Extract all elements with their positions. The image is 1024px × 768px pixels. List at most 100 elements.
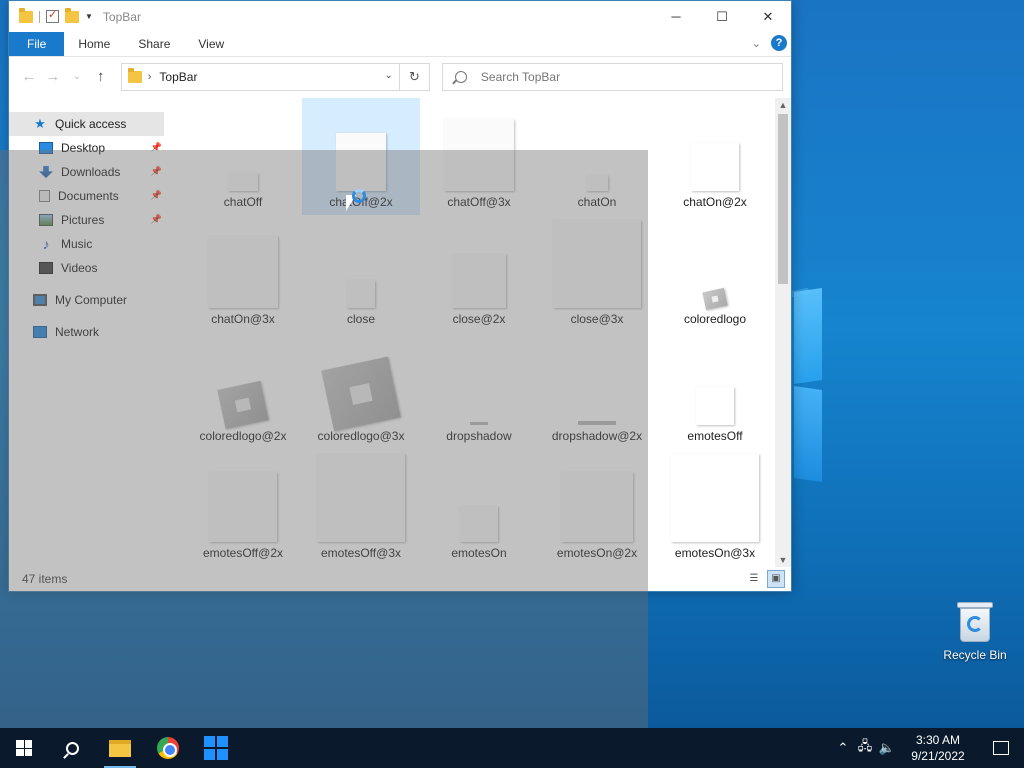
pin-icon: 📌: [150, 166, 162, 176]
maximize-button[interactable]: ☐: [699, 1, 745, 32]
search-input[interactable]: Search TopBar: [441, 62, 784, 91]
notifications-button[interactable]: [978, 741, 1024, 755]
search-placeholder: Search TopBar: [480, 69, 561, 84]
recent-locations-icon[interactable]: ⌄: [65, 71, 89, 82]
tab-share[interactable]: Share: [124, 32, 184, 56]
quick-access-toolbar: ▼: [9, 1, 93, 32]
file-thumbnail: [444, 119, 514, 191]
vertical-scrollbar[interactable]: ▲ ▼: [775, 98, 791, 567]
computer-icon: [33, 294, 47, 306]
file-explorer-icon: [109, 739, 131, 757]
properties-icon[interactable]: [46, 8, 59, 23]
address-dropdown-icon[interactable]: ⌄: [385, 70, 393, 81]
forward-button[interactable]: →: [41, 68, 65, 85]
close-button[interactable]: ✕: [745, 1, 791, 32]
scrollbar-thumb[interactable]: [778, 114, 788, 284]
start-button[interactable]: [0, 728, 48, 768]
file-list-pane: chatOff chatOff@2x chatOff@3x chatOn chatOn@…: [164, 98, 791, 567]
scroll-up-icon[interactable]: ▲: [775, 100, 791, 110]
sidebar-item-music[interactable]: ♪ Music: [9, 232, 164, 256]
sidebar-item-documents[interactable]: Documents 📌: [9, 184, 164, 208]
file-item[interactable]: chatOn@2x: [656, 98, 774, 215]
file-item[interactable]: emotesOn@3x: [656, 449, 774, 566]
help-icon[interactable]: ?: [771, 35, 787, 51]
file-item[interactable]: emotesOn@2x: [538, 449, 656, 566]
back-button[interactable]: ←: [17, 68, 41, 85]
navigation-pane: ★ Quick access Desktop 📌 Downloads 📌 Doc…: [9, 98, 164, 567]
file-thumbnail: [460, 506, 498, 542]
tab-home[interactable]: Home: [64, 32, 124, 56]
music-icon: ♪: [42, 236, 50, 252]
file-name: dropshadow: [446, 429, 512, 443]
sidebar-item-quick-access[interactable]: ★ Quick access: [9, 112, 164, 136]
file-item[interactable]: coloredlogo@3x: [302, 332, 420, 449]
taskbar-app[interactable]: [192, 728, 240, 768]
taskbar-search-button[interactable]: [48, 728, 96, 768]
address-path[interactable]: TopBar: [159, 70, 197, 84]
address-bar[interactable]: › TopBar ⌄ ↻: [120, 62, 430, 91]
recycle-bin-label: Recycle Bin: [943, 648, 1007, 662]
file-thumbnail: [347, 280, 375, 308]
file-item[interactable]: coloredlogo: [656, 215, 774, 332]
file-item[interactable]: emotesOff@2x: [184, 449, 302, 566]
file-item[interactable]: close: [302, 215, 420, 332]
taskbar-file-explorer[interactable]: [96, 728, 144, 768]
new-folder-icon[interactable]: [65, 7, 79, 23]
up-button[interactable]: ↑: [89, 68, 113, 85]
file-item[interactable]: dropshadow: [420, 332, 538, 449]
file-thumbnail: [452, 254, 506, 308]
sidebar-item-desktop[interactable]: Desktop 📌: [9, 136, 164, 160]
clock[interactable]: 3:30 AM 9/21/2022: [898, 732, 978, 764]
file-item[interactable]: coloredlogo@2x: [184, 332, 302, 449]
clock-date: 9/21/2022: [911, 749, 965, 763]
title-bar[interactable]: ▼ TopBar ─ ☐ ✕: [9, 1, 791, 32]
recycle-bin-shortcut[interactable]: Recycle Bin: [938, 600, 1012, 662]
navigation-bar: ← → ⌄ ↑ › TopBar ⌄ ↻ Search TopBar: [9, 56, 791, 96]
file-item[interactable]: chatOn: [538, 98, 656, 215]
customize-toolbar-icon[interactable]: ▼: [85, 12, 93, 21]
file-item[interactable]: emotesOn: [420, 449, 538, 566]
sidebar-item-pictures[interactable]: Pictures 📌: [9, 208, 164, 232]
file-item[interactable]: chatOff: [184, 98, 302, 215]
file-item[interactable]: chatOff@3x: [420, 98, 538, 215]
sidebar-item-videos[interactable]: Videos: [9, 256, 164, 280]
file-name: chatOff: [223, 195, 263, 209]
file-thumbnail: [317, 454, 405, 542]
documents-icon: [39, 190, 50, 202]
file-name: close: [346, 312, 375, 326]
file-grid: chatOff chatOff@2x chatOff@3x chatOn chatOn@…: [184, 98, 774, 566]
search-icon: [454, 70, 467, 83]
taskbar-chrome[interactable]: [144, 728, 192, 768]
scroll-down-icon[interactable]: ▼: [775, 555, 791, 565]
volume-icon[interactable]: 🔈: [876, 740, 898, 756]
large-icons-view-icon[interactable]: ▣: [767, 570, 785, 588]
file-explorer-window: ▼ TopBar ─ ☐ ✕ File Home Share View ⌄ ? …: [8, 0, 792, 592]
videos-icon: [39, 262, 53, 274]
minimize-button[interactable]: ─: [653, 1, 699, 32]
file-item[interactable]: close@3x: [538, 215, 656, 332]
file-name: emotesOn@3x: [674, 546, 756, 560]
refresh-button[interactable]: ↻: [398, 63, 429, 90]
tab-file[interactable]: File: [9, 32, 65, 56]
tab-view[interactable]: View: [184, 32, 238, 56]
file-item[interactable]: emotesOff@3x: [302, 449, 420, 566]
file-item[interactable]: close@2x: [420, 215, 538, 332]
sidebar-item-network[interactable]: Network: [9, 320, 164, 344]
folder-icon: [127, 67, 142, 83]
file-thumbnail: [671, 454, 759, 542]
chrome-icon: [157, 737, 179, 759]
windows-app-icon: [204, 736, 228, 760]
file-name: emotesOff@2x: [203, 546, 283, 560]
file-thumbnail: [336, 133, 386, 191]
sidebar-item-my-computer[interactable]: My Computer: [9, 288, 164, 312]
expand-ribbon-icon[interactable]: ⌄: [752, 37, 761, 50]
chevron-up-icon[interactable]: ⌃: [832, 740, 854, 756]
file-thumbnail: [702, 287, 728, 311]
file-name: coloredlogo@3x: [317, 429, 405, 443]
file-item[interactable]: chatOn@3x: [184, 215, 302, 332]
sidebar-item-downloads[interactable]: Downloads 📌: [9, 160, 164, 184]
file-item[interactable]: dropshadow@2x: [538, 332, 656, 449]
details-view-icon[interactable]: ☰: [745, 570, 763, 588]
network-icon[interactable]: 🖧: [854, 737, 876, 759]
file-item[interactable]: emotesOff: [656, 332, 774, 449]
